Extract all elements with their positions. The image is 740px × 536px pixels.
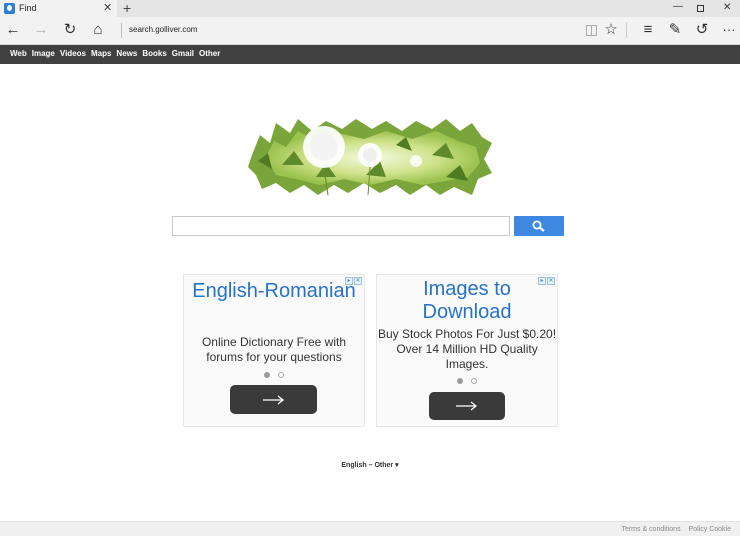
language-english[interactable]: English — [341, 462, 366, 469]
ad-pagination — [184, 372, 364, 378]
search-input[interactable] — [172, 216, 510, 236]
home-icon[interactable]: ⌂ — [90, 22, 106, 38]
ad-description: Online Dictionary Free with forums for y… — [201, 335, 347, 364]
share-icon[interactable]: ↺ — [694, 22, 710, 38]
terms-link[interactable]: Terms & conditions — [621, 526, 680, 533]
back-icon[interactable]: ← — [5, 22, 21, 38]
reading-view-icon[interactable] — [586, 25, 597, 36]
address-divider — [121, 23, 122, 38]
ad-english-romanian[interactable]: ▸ ✕ English-Romanian Online Dictionary F… — [183, 274, 365, 427]
more-icon[interactable]: ··· — [721, 22, 737, 38]
ad-dot[interactable] — [457, 378, 463, 384]
refresh-icon[interactable]: ↻ — [62, 22, 78, 38]
ad-images-to-download[interactable]: ▸ ✕ Images to Download Buy Stock Photos … — [376, 274, 558, 427]
maximize-icon[interactable] — [697, 5, 704, 12]
site-nav-web[interactable]: Web — [10, 49, 27, 58]
site-nav-videos[interactable]: Videos — [60, 49, 86, 58]
arrow-right-icon — [262, 394, 284, 405]
ad-pagination — [377, 378, 557, 384]
dandelion-logo — [248, 119, 492, 196]
tab-close-icon[interactable]: ✕ — [103, 1, 112, 14]
ad-dot[interactable] — [264, 372, 270, 378]
site-nav-links: Web Image Videos Maps News Books Gmail Other — [10, 49, 220, 58]
cookie-policy-link[interactable]: Policy Cookie — [689, 526, 731, 533]
minimize-icon[interactable]: — — [673, 1, 683, 12]
site-nav-books[interactable]: Books — [142, 49, 166, 58]
browser-toolbar: ← → ↻ ⌂ search.golliver.com ☆ ≡ ✎ ↺ ··· — [0, 17, 740, 45]
site-nav-news[interactable]: News — [116, 49, 137, 58]
toolbar-divider — [626, 23, 627, 38]
search-button[interactable] — [514, 216, 564, 236]
favicon-icon — [4, 3, 15, 14]
language-other-dropdown[interactable]: Other ▾ — [374, 462, 398, 469]
ad-title[interactable]: Images to Download — [377, 278, 557, 324]
tab-bar: Find ✕ + — ✕ — [0, 0, 740, 17]
new-tab-icon[interactable]: + — [123, 0, 131, 16]
browser-window: Find ✕ + — ✕ ← → ↻ ⌂ search.golliver.com… — [0, 0, 740, 536]
ad-dot[interactable] — [471, 378, 477, 384]
footer: Terms & conditions Policy Cookie — [0, 521, 740, 536]
site-nav-bar: Web Image Videos Maps News Books Gmail Other — [0, 45, 740, 64]
language-selector: English – Other ▾ — [0, 461, 740, 469]
ad-go-button[interactable] — [429, 392, 505, 420]
search-icon — [532, 220, 545, 232]
web-note-icon[interactable]: ✎ — [667, 22, 683, 38]
site-nav-gmail[interactable]: Gmail — [172, 49, 194, 58]
ad-dot[interactable] — [278, 372, 284, 378]
ad-go-button[interactable] — [230, 385, 317, 414]
language-separator: – — [368, 462, 373, 469]
site-nav-other[interactable]: Other — [199, 49, 220, 58]
forward-icon[interactable]: → — [33, 22, 49, 38]
ad-description: Buy Stock Photos For Just $0.20! Over 14… — [377, 327, 557, 371]
window-close-icon[interactable]: ✕ — [723, 2, 731, 13]
tab-find[interactable]: Find ✕ — [0, 0, 117, 17]
site-nav-maps[interactable]: Maps — [91, 49, 111, 58]
tab-title: Find — [19, 3, 37, 13]
ad-title[interactable]: English-Romanian — [184, 280, 364, 303]
hub-icon[interactable]: ≡ — [640, 22, 656, 38]
favorite-star-icon[interactable]: ☆ — [603, 22, 619, 38]
arrow-right-icon — [456, 401, 478, 411]
address-bar[interactable]: search.golliver.com — [129, 25, 197, 34]
site-nav-image[interactable]: Image — [32, 49, 55, 58]
